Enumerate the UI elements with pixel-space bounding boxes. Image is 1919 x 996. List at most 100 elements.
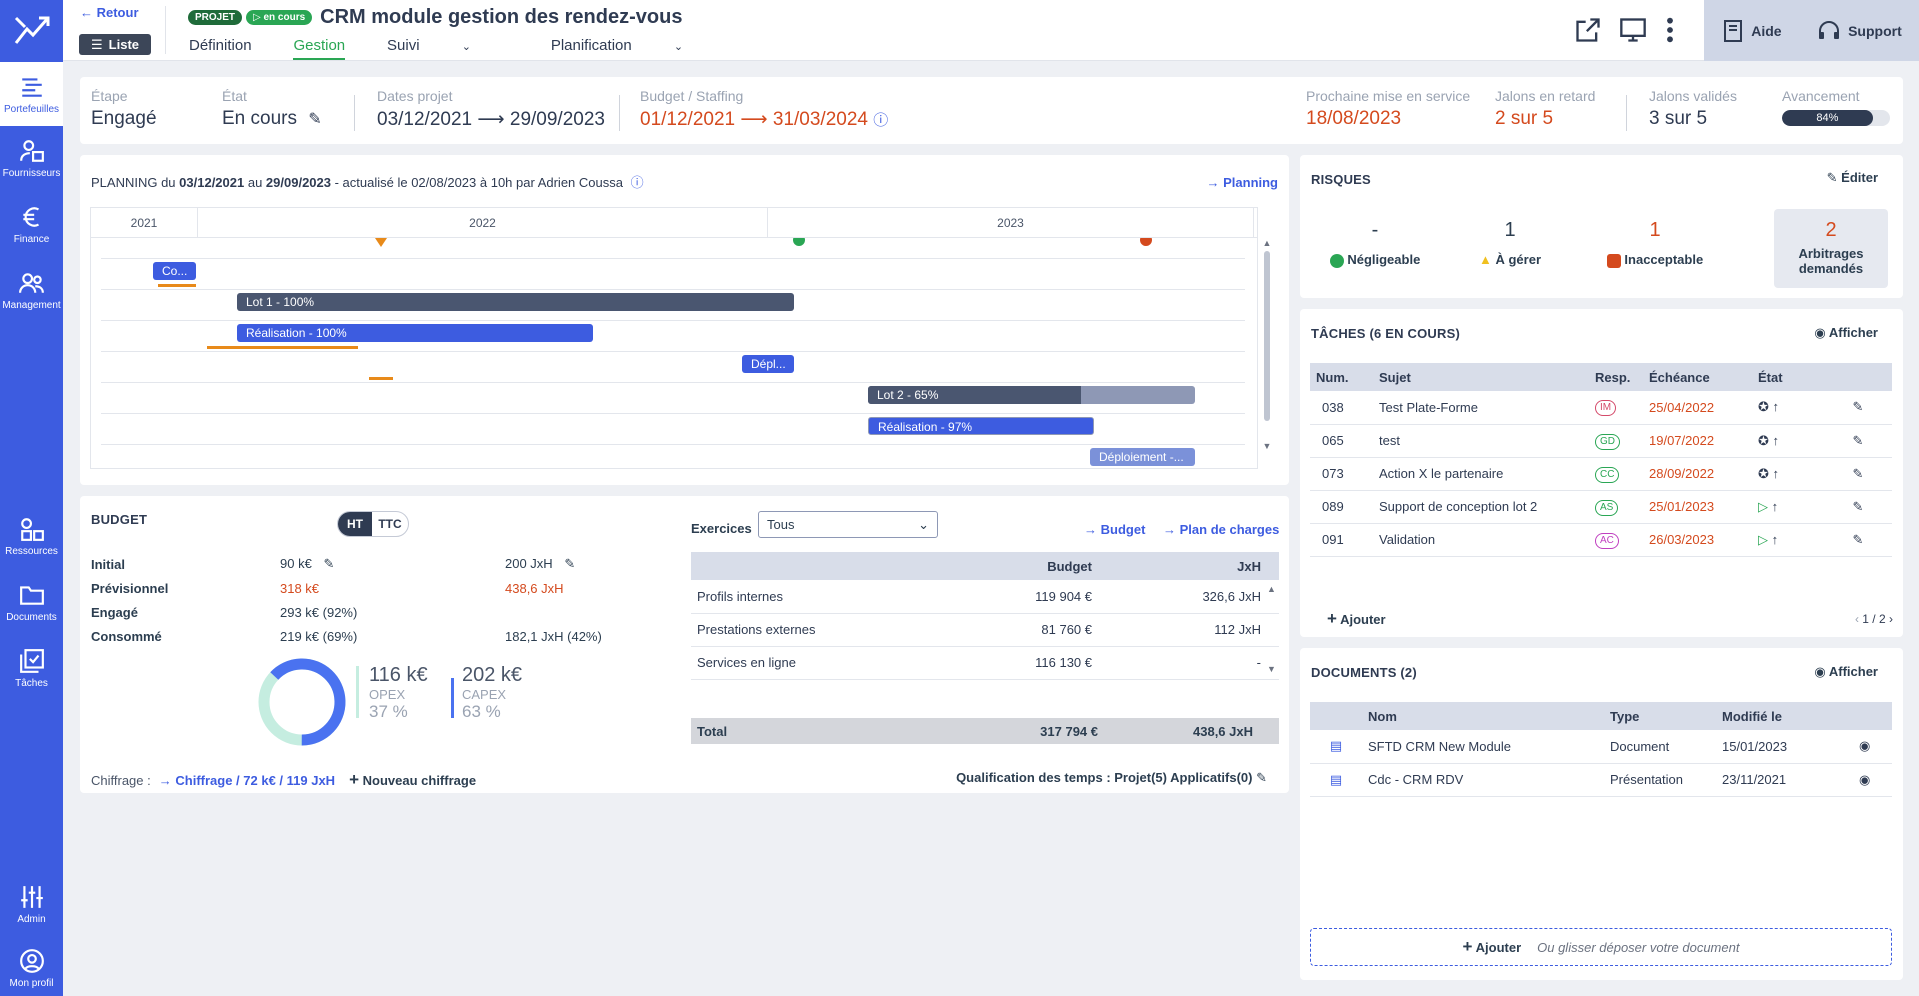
list-button[interactable]: ☰ Liste [79, 34, 151, 55]
milestone-late-icon[interactable] [375, 238, 387, 247]
documents-title: DOCUMENTS (2) [1311, 665, 1417, 680]
planning-date2: 29/09/2023 [265, 175, 331, 190]
pencil-icon[interactable]: ✎ [1824, 424, 1892, 458]
eye-icon[interactable]: ◉ [1853, 730, 1892, 764]
task-subject[interactable]: Action X le partenaire [1373, 457, 1589, 491]
gantt-bar[interactable]: Réalisation - 97% [868, 417, 1094, 435]
planning-link[interactable]: → Planning [1206, 175, 1278, 190]
info-icon[interactable]: ⓘ [631, 175, 644, 190]
sidebar-item-fournisseurs[interactable]: Fournisseurs [0, 126, 63, 190]
show-taches-button[interactable]: ◉ Afficher [1814, 325, 1878, 341]
row-budget: 116 130 € [928, 646, 1098, 680]
risk-a-gerer[interactable]: 1 ▲ À gérer [1445, 219, 1575, 267]
scroll-down-icon[interactable]: ▼ [1262, 441, 1272, 451]
chevron-right-icon[interactable]: › [1889, 612, 1893, 626]
milestone-done-icon[interactable] [793, 238, 805, 246]
budget-link[interactable]: → Budget [1084, 522, 1145, 537]
eye-icon[interactable]: ◉ [1853, 763, 1892, 797]
more-vertical-icon[interactable] [1665, 16, 1675, 44]
table-row[interactable]: 038 Test Plate-Forme IM 25/04/2022 ✪ ↑ ✎ [1310, 391, 1892, 425]
plan-charges-link[interactable]: → Plan de charges [1163, 522, 1279, 537]
tab-gestion[interactable]: Gestion [293, 37, 346, 60]
sidebar-item-finance[interactable]: Finance [0, 192, 63, 256]
milestone-late-icon[interactable] [1140, 238, 1152, 246]
sidebar-item-admin[interactable]: Admin [0, 872, 63, 936]
chiffrage-row: Chiffrage : → Chiffrage / 72 k€ / 119 Jx… [91, 770, 476, 790]
table-row[interactable]: ▤ Cdc - CRM RDV Présentation 23/11/2021 ◉ [1310, 763, 1892, 797]
table-row[interactable]: 091 Validation AC 26/03/2023 ▷ ↑ ✎ [1310, 523, 1892, 557]
sidebar-item-mon-profil[interactable]: Mon profil [0, 936, 63, 996]
external-link-icon[interactable] [1574, 16, 1602, 44]
scroll-down-icon[interactable]: ▼ [1267, 664, 1276, 674]
row-jxh: - [1098, 646, 1279, 680]
chiffrage-link[interactable]: → Chiffrage / 72 k€ / 119 JxH [159, 773, 335, 788]
document-dropzone[interactable]: + Ajouter Ou glisser déposer votre docum… [1310, 928, 1892, 966]
budget-row-consomme: Consommé 219 k€ (69%) 182,1 JxH (42%) [91, 624, 602, 648]
table-row[interactable]: ▤ SFTD CRM New Module Document 15/01/2023 ◉ [1310, 730, 1892, 764]
gantt-bar[interactable]: Co... [153, 262, 196, 280]
table-row[interactable]: 073 Action X le partenaire CC 28/09/2022 ✪ ↑… [1310, 457, 1892, 491]
taches-card: TÂCHES (6 EN COURS) ◉ Afficher Num. Sujet… [1300, 309, 1903, 637]
pencil-icon[interactable]: ✎ [323, 556, 334, 571]
sidebar-item-ressources[interactable]: Ressources [0, 504, 63, 568]
monitor-icon[interactable] [1619, 16, 1647, 44]
tab-suivi[interactable]: Suivi ⌄ [387, 37, 509, 54]
ttc-toggle[interactable]: TTC [372, 512, 408, 536]
pencil-icon[interactable]: ✎ [308, 111, 321, 128]
pencil-icon[interactable]: ✎ [1824, 391, 1892, 425]
pencil-icon[interactable]: ✎ [1824, 490, 1892, 524]
gantt-bar[interactable]: Déploiement -... [1090, 448, 1195, 466]
column-header: État [1752, 363, 1824, 391]
gantt-bar-track[interactable]: Lot 2 - 65% [868, 386, 1195, 404]
scroll-up-icon[interactable]: ▲ [1267, 584, 1276, 594]
tab-planification[interactable]: Planification ⌄ [551, 37, 721, 54]
back-link[interactable]: ← Retour [80, 5, 139, 20]
show-documents-button[interactable]: ◉ Afficher [1814, 664, 1878, 680]
ht-toggle[interactable]: HT [338, 512, 372, 536]
show-label: Afficher [1828, 664, 1878, 679]
gantt-bar[interactable]: Dépl... [742, 355, 794, 373]
qualification-temps[interactable]: Qualification des temps : Projet(5) Appl… [956, 770, 1267, 786]
exercices-select[interactable]: Tous ⌄ [758, 511, 938, 538]
add-task-button[interactable]: + Ajouter [1327, 609, 1386, 629]
tab-definition[interactable]: Définition [189, 37, 252, 54]
page-title: CRM module gestion des rendez-vous [320, 6, 683, 28]
doc-name[interactable]: Cdc - CRM RDV [1362, 763, 1604, 797]
risk-negligeable[interactable]: - Négligeable [1310, 219, 1440, 268]
doc-name[interactable]: SFTD CRM New Module [1362, 730, 1604, 764]
nouveau-chiffrage-button[interactable]: + Nouveau chiffrage [349, 770, 476, 790]
gantt-bar[interactable]: Réalisation - 100% [237, 324, 593, 342]
support-button[interactable]: Support [1816, 19, 1902, 43]
add-document-button[interactable]: + Ajouter [1463, 937, 1522, 957]
gantt-bar[interactable]: Lot 1 - 100% [237, 293, 794, 311]
app-logo[interactable] [0, 0, 63, 60]
sidebar-item-portefeuilles[interactable]: Portefeuilles [0, 62, 63, 126]
edit-button[interactable]: ✎ Éditer [1827, 170, 1878, 186]
pencil-icon[interactable]: ✎ [1256, 770, 1267, 785]
sidebar-item-taches[interactable]: Tâches [0, 636, 63, 700]
sidebar-item-label: Tâches [15, 677, 48, 689]
arbitrages-box[interactable]: 2 Arbitrages demandés [1774, 209, 1888, 288]
info-icon[interactable]: ⓘ [873, 112, 888, 129]
scroll-thumb[interactable] [1264, 251, 1270, 421]
task-resp: AC [1589, 523, 1643, 557]
table-row[interactable]: 065 test GD 19/07/2022 ✪ ↑ ✎ [1310, 424, 1892, 458]
pencil-icon[interactable]: ✎ [1824, 457, 1892, 491]
task-subject[interactable]: Support de conception lot 2 [1373, 490, 1589, 524]
star-circle-icon: ✪ [1758, 399, 1769, 415]
sidebar-item-management[interactable]: Management [0, 258, 63, 322]
pencil-icon[interactable]: ✎ [564, 556, 575, 571]
column-header: Modifié le [1716, 702, 1853, 730]
task-subject[interactable]: Test Plate-Forme [1373, 391, 1589, 425]
table-row[interactable]: 089 Support de conception lot 2 AS 25/01/20… [1310, 490, 1892, 524]
chevron-left-icon[interactable]: ‹ [1855, 612, 1859, 626]
scroll-up-icon[interactable]: ▲ [1262, 238, 1272, 248]
task-subject[interactable]: Validation [1373, 523, 1589, 557]
task-subject[interactable]: test [1373, 424, 1589, 458]
pencil-icon[interactable]: ✎ [1824, 523, 1892, 557]
risk-inacceptable[interactable]: 1 Inacceptable [1590, 219, 1720, 268]
gantt-scrollbar[interactable]: ▲ ▼ [1262, 238, 1272, 468]
help-button[interactable]: Aide [1721, 19, 1782, 43]
sidebar-item-documents[interactable]: Documents [0, 570, 63, 634]
task-state: ▷ ↑ [1752, 523, 1824, 557]
